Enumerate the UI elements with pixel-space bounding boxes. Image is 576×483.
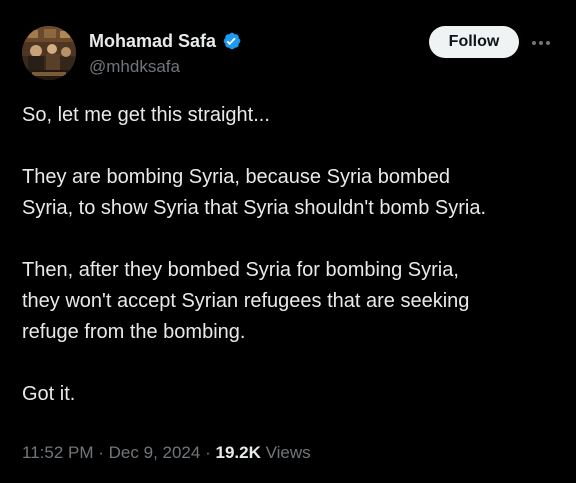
author-handle[interactable]: @mhdksafa [89, 57, 180, 77]
author-display-name[interactable]: Mohamad Safa [89, 30, 216, 52]
tweet-date[interactable]: Dec 9, 2024 [109, 443, 201, 462]
meta-separator: · [98, 443, 104, 462]
tweet-time[interactable]: 11:52 PM [22, 443, 94, 462]
follow-button[interactable]: Follow [429, 26, 519, 58]
author-name-row: Mohamad Safa [89, 30, 243, 52]
tweet-card: Mohamad Safa @mhdksafa Follow So, let me… [0, 0, 576, 483]
more-options-icon [532, 41, 550, 45]
more-options-button[interactable] [528, 33, 554, 53]
avatar-image [22, 26, 76, 80]
tweet-paragraph: So, let me get this straight... [22, 104, 270, 126]
tweet-paragraph: Then, after they bombed Syria for bombin… [22, 259, 470, 343]
views-count[interactable]: 19.2K [215, 443, 260, 462]
tweet-paragraph: They are bombing Syria, because Syria bo… [22, 166, 487, 219]
tweet-paragraph: Got it. [22, 383, 76, 405]
tweet-text: So, let me get this straight... They are… [22, 100, 562, 410]
verified-badge-icon [223, 32, 241, 50]
views-label: Views [265, 443, 311, 462]
tweet-metadata: 11:52 PM · Dec 9, 2024 · 19.2K Views [22, 442, 311, 464]
avatar[interactable] [22, 26, 76, 80]
meta-separator: · [205, 443, 211, 462]
